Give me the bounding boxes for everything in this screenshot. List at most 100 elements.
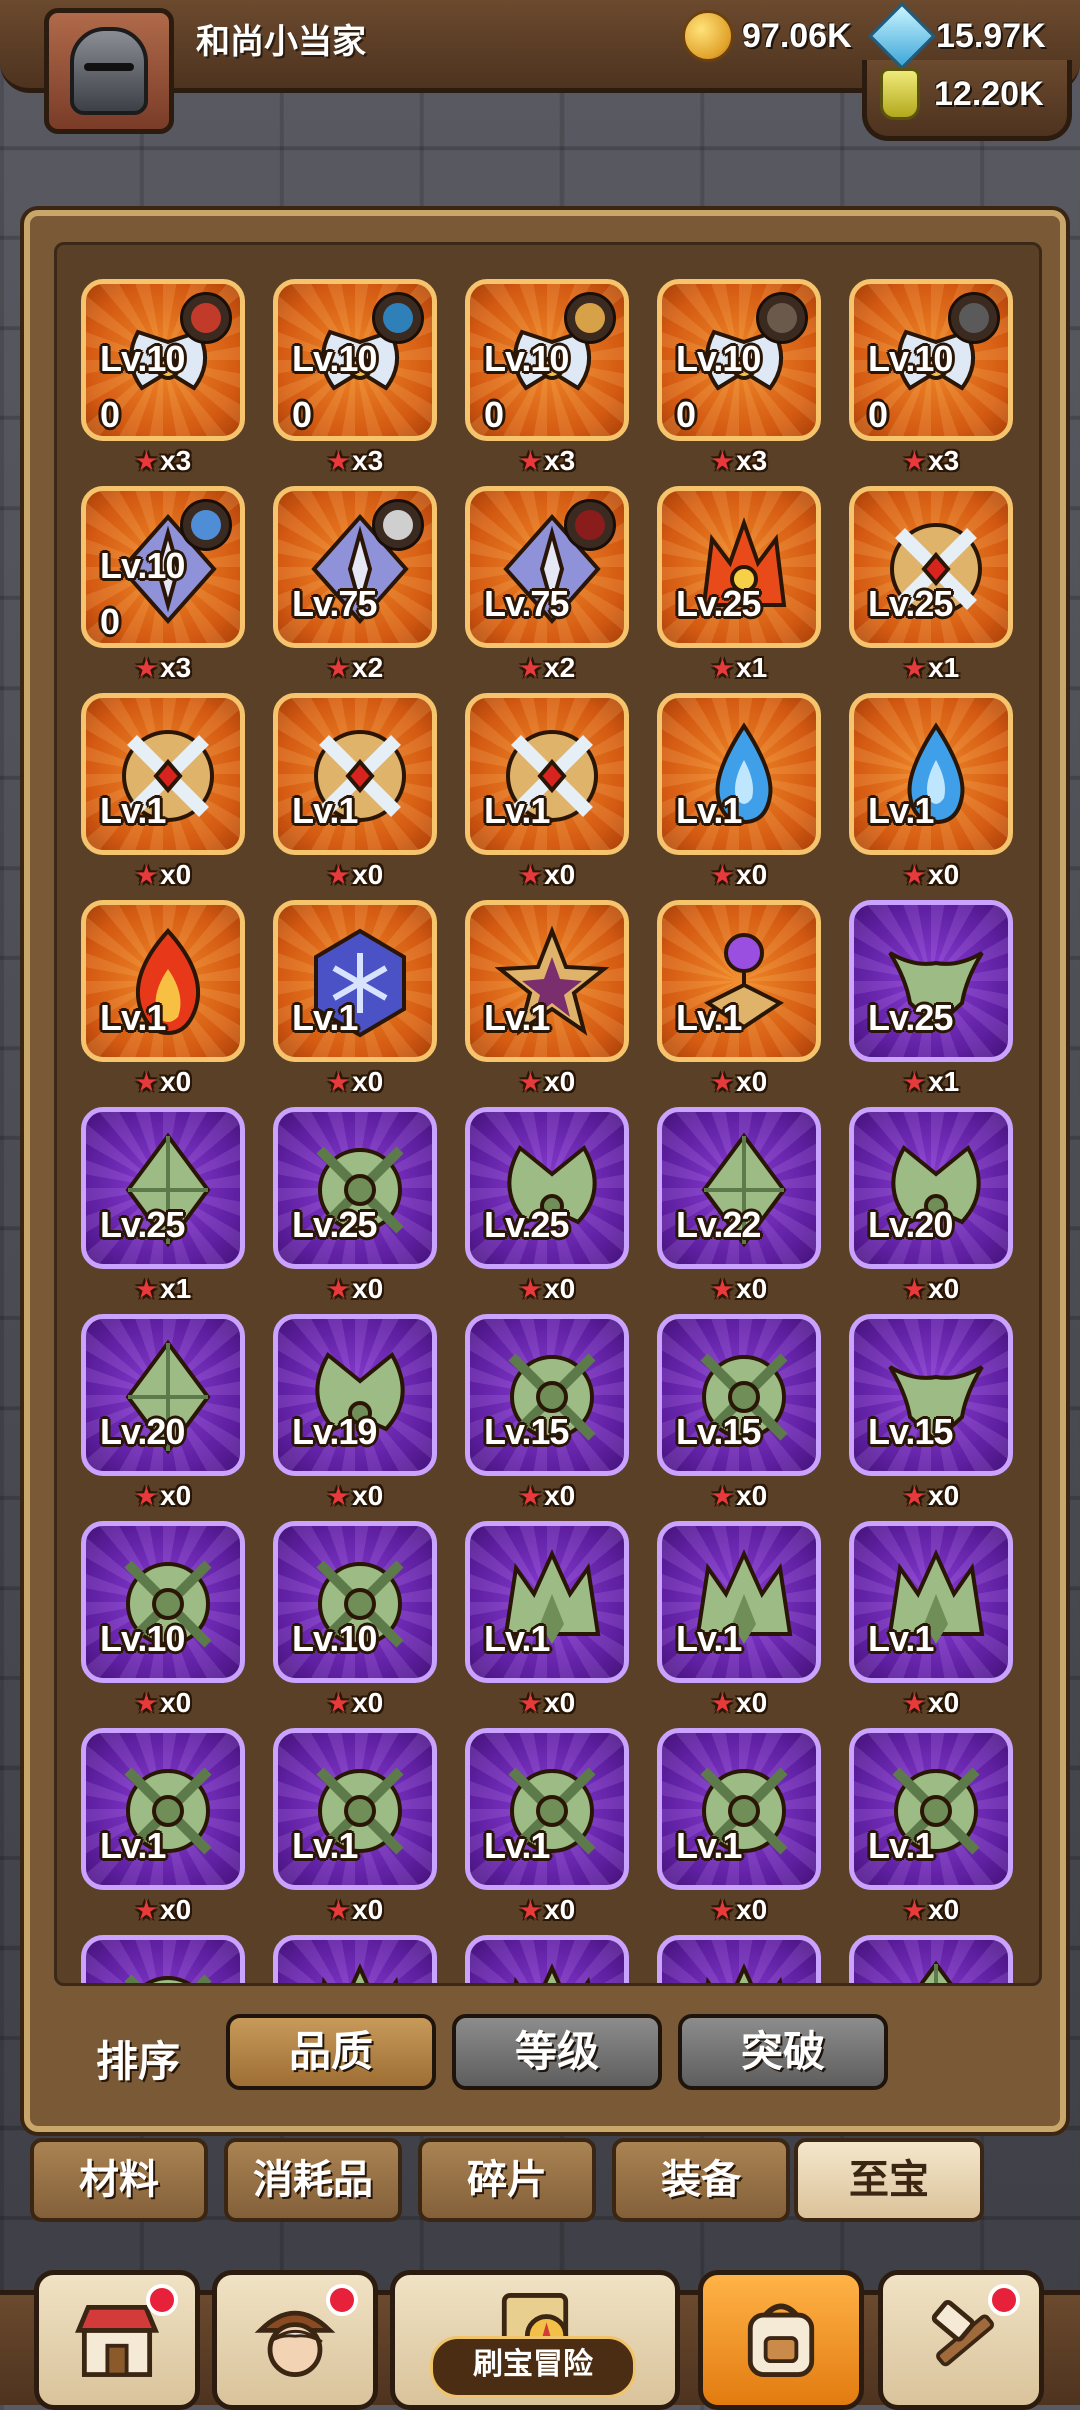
treasure-card[interactable]: Lv.1 [849,693,1013,855]
treasure-item[interactable]: Lv.1 ★x0 [849,693,1013,890]
treasure-item[interactable]: Lv.1 ★x0 [273,1728,437,1925]
treasure-card[interactable]: Lv.1 [273,1728,437,1890]
treasure-card[interactable]: Lv.1 [273,693,437,855]
diamond-counter[interactable]: 15.97K [868,2,1046,70]
treasure-item[interactable]: Lv.10 0 ★x3 [273,279,437,476]
treasure-item[interactable]: Lv.75 ★x2 [465,486,629,683]
treasure-card[interactable]: Lv.1 [81,1728,245,1890]
treasure-item[interactable]: Lv.10 ★x0 [273,1521,437,1718]
treasure-item[interactable]: Lv.1 ★x0 [273,693,437,890]
treasure-item[interactable]: Lv.1 ★x0 [849,1728,1013,1925]
treasure-card[interactable]: Lv.25 [273,1107,437,1269]
nav-backpack-button[interactable] [698,2270,864,2410]
treasure-card[interactable]: Lv.10 0 [81,486,245,648]
treasure-card[interactable]: Lv.15 [849,1314,1013,1476]
treasure-item[interactable]: Lv.10 0 ★x3 [657,279,821,476]
potion-counter[interactable]: 12.20K [874,68,1044,120]
treasure-card[interactable]: Lv.1 [273,900,437,1062]
tab-fragments[interactable]: 碎片 [418,2138,596,2222]
treasure-card[interactable]: Lv.25 [849,486,1013,648]
treasure-item[interactable]: Lv.25 ★x1 [81,1107,245,1304]
treasure-item[interactable]: Lv.10 ★x0 [81,1521,245,1718]
treasure-item[interactable]: Lv.10 0 ★x3 [849,279,1013,476]
treasure-card[interactable]: Lv.25 [849,900,1013,1062]
inventory-scroll-area[interactable]: Lv.10 0 ★x3 Lv.10 0 ★x3 Lv.10 0 ★x3 Lv.10 0 ★x3 Lv.1… [54,242,1042,1986]
treasure-card[interactable]: Lv.1 [465,1521,629,1683]
treasure-card[interactable]: Lv.25 [465,1107,629,1269]
treasure-card[interactable] [849,1935,1013,1983]
treasure-item[interactable]: Lv.1 ★x0 [81,900,245,1097]
treasure-card[interactable] [657,1935,821,1983]
tab-equipment[interactable]: 装备 [612,2138,790,2222]
treasure-card[interactable]: Lv.20 [849,1107,1013,1269]
treasure-item[interactable]: Lv.75 ★x2 [273,486,437,683]
treasure-card[interactable]: Lv.1 [657,693,821,855]
treasure-item[interactable]: Lv.1 ★x0 [657,1728,821,1925]
treasure-item[interactable]: Lv.20 ★x0 [849,1107,1013,1304]
treasure-item[interactable]: Lv.20 ★x0 [81,1314,245,1511]
treasure-item[interactable]: Lv.1 ★x0 [81,693,245,890]
treasure-card[interactable]: Lv.1 [465,693,629,855]
treasure-card[interactable] [465,1935,629,1983]
treasure-card[interactable]: Lv.1 [465,1728,629,1890]
treasure-card[interactable]: Lv.20 [81,1314,245,1476]
treasure-item[interactable]: Lv.1 ★x0 [849,1521,1013,1718]
treasure-item[interactable]: Lv.1 ★x0 [465,693,629,890]
treasure-card[interactable]: Lv.25 [657,486,821,648]
sort-by-breakthrough-button[interactable]: 突破 [678,2014,888,2090]
treasure-item[interactable] [849,1935,1013,1983]
nav-forge-button[interactable] [878,2270,1044,2410]
treasure-card[interactable]: Lv.10 0 [657,279,821,441]
treasure-card[interactable]: Lv.25 [81,1107,245,1269]
treasure-item[interactable]: Lv.1 ★x0 [465,1521,629,1718]
treasure-card[interactable] [81,1935,245,1983]
treasure-card[interactable]: Lv.22 [657,1107,821,1269]
treasure-item[interactable]: Lv.25 ★x1 [849,900,1013,1097]
treasure-card[interactable]: Lv.1 [81,900,245,1062]
treasure-item[interactable]: Lv.1 ★x0 [465,900,629,1097]
treasure-item[interactable] [81,1935,245,1983]
treasure-item[interactable]: Lv.10 0 ★x3 [465,279,629,476]
treasure-card[interactable]: Lv.75 [465,486,629,648]
treasure-item[interactable]: Lv.19 ★x0 [273,1314,437,1511]
treasure-card[interactable]: Lv.10 0 [849,279,1013,441]
treasure-item[interactable]: Lv.1 ★x0 [657,693,821,890]
tab-materials[interactable]: 材料 [30,2138,208,2222]
treasure-card[interactable]: Lv.1 [849,1728,1013,1890]
treasure-card[interactable]: Lv.1 [657,1728,821,1890]
treasure-card[interactable]: Lv.10 [273,1521,437,1683]
treasure-item[interactable]: Lv.1 ★x0 [657,900,821,1097]
treasure-item[interactable]: Lv.25 ★x0 [465,1107,629,1304]
treasure-item[interactable]: Lv.25 ★x0 [273,1107,437,1304]
treasure-card[interactable]: Lv.1 [657,1521,821,1683]
treasure-item[interactable]: Lv.25 ★x1 [849,486,1013,683]
treasure-item[interactable]: Lv.10 0 ★x3 [81,279,245,476]
treasure-card[interactable]: Lv.1 [465,900,629,1062]
treasure-card[interactable]: Lv.1 [849,1521,1013,1683]
treasure-item[interactable]: Lv.15 ★x0 [849,1314,1013,1511]
treasure-item[interactable] [657,1935,821,1983]
treasure-card[interactable]: Lv.15 [465,1314,629,1476]
treasure-card[interactable]: Lv.10 0 [273,279,437,441]
tab-consumables[interactable]: 消耗品 [224,2138,402,2222]
gold-counter[interactable]: 97.06K [682,10,852,62]
treasure-card[interactable]: Lv.1 [81,693,245,855]
sort-by-quality-button[interactable]: 品质 [226,2014,436,2090]
treasure-item[interactable] [273,1935,437,1983]
treasure-card[interactable]: Lv.15 [657,1314,821,1476]
player-avatar[interactable] [44,8,174,134]
treasure-item[interactable]: Lv.10 0 ★x3 [81,486,245,683]
treasure-item[interactable]: Lv.1 ★x0 [465,1728,629,1925]
treasure-card[interactable]: Lv.19 [273,1314,437,1476]
treasure-card[interactable]: Lv.10 0 [81,279,245,441]
treasure-card[interactable]: Lv.10 0 [465,279,629,441]
treasure-item[interactable]: Lv.1 ★x0 [657,1521,821,1718]
treasure-item[interactable]: Lv.1 ★x0 [81,1728,245,1925]
treasure-card[interactable]: Lv.1 [657,900,821,1062]
treasure-item[interactable]: Lv.15 ★x0 [465,1314,629,1511]
treasure-item[interactable]: Lv.1 ★x0 [273,900,437,1097]
treasure-card[interactable] [273,1935,437,1983]
sort-by-level-button[interactable]: 等级 [452,2014,662,2090]
tab-treasures[interactable]: 至宝 [794,2138,984,2222]
treasure-item[interactable] [465,1935,629,1983]
